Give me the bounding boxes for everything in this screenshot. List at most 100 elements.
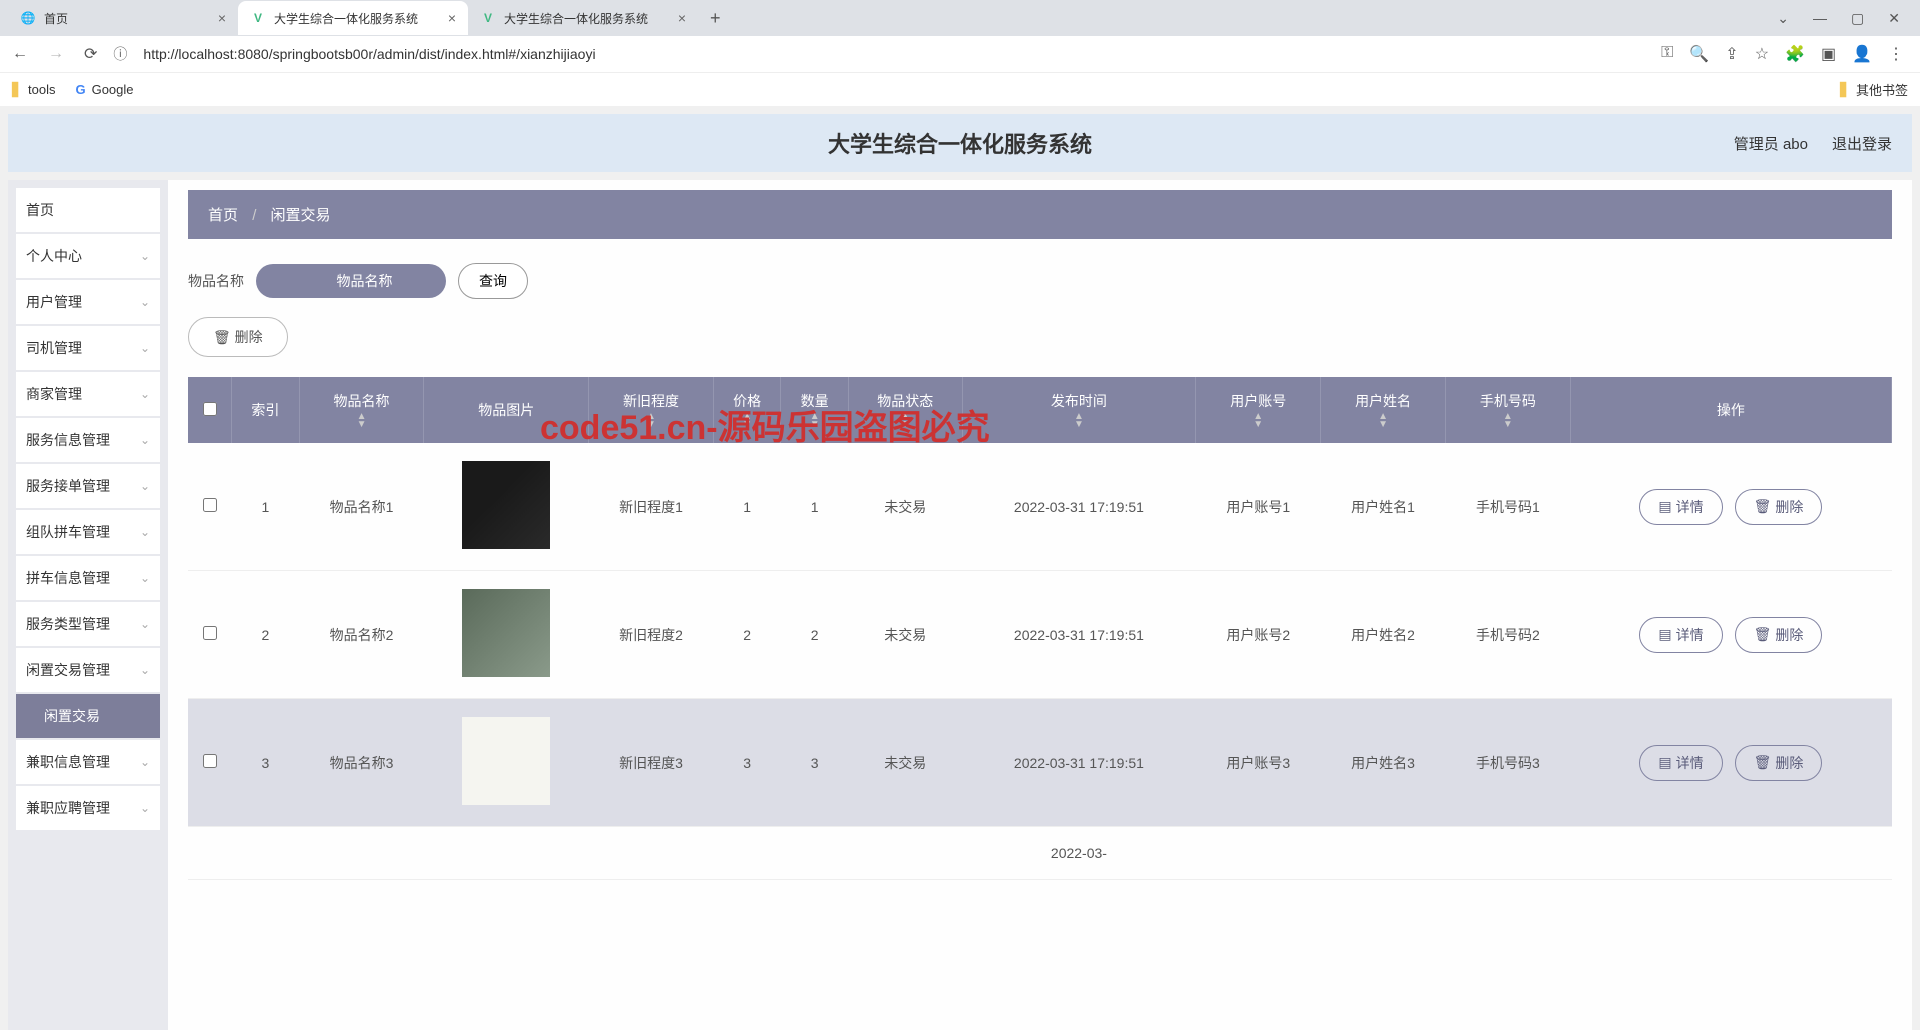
search-icon[interactable]: 🔍: [1689, 44, 1709, 64]
cell-username: 用户姓名2: [1321, 571, 1446, 699]
sidebar-item[interactable]: 商家管理⌄: [16, 372, 160, 416]
admin-label[interactable]: 管理员 abo: [1734, 133, 1808, 154]
cell-account: 用户账号2: [1196, 571, 1321, 699]
search-input[interactable]: [274, 273, 455, 289]
sort-icon: ▲▼: [969, 413, 1190, 429]
browser-tab[interactable]: V 大学生综合一体化服务系统 ×: [468, 1, 698, 35]
info-icon[interactable]: ⓘ: [113, 44, 127, 64]
sort-icon: ▲▼: [1452, 413, 1564, 429]
back-icon[interactable]: ←: [8, 45, 32, 63]
cell-image: [424, 443, 589, 571]
sidebar-item[interactable]: 用户管理⌄: [16, 280, 160, 324]
cell-status: 未交易: [848, 571, 962, 699]
table-header-cell[interactable]: 操作: [1570, 377, 1891, 443]
tab-title: 大学生综合一体化服务系统: [274, 10, 440, 27]
sidebar-item[interactable]: 服务信息管理⌄: [16, 418, 160, 462]
cell-actions: ▤ 详情 🗑 删除: [1570, 443, 1891, 571]
chevron-down-icon: ⌄: [140, 663, 150, 677]
sidebar-item[interactable]: 首页: [16, 188, 160, 232]
sidebar-item-label: 闲置交易管理: [26, 660, 110, 680]
query-button[interactable]: 查询: [458, 263, 528, 299]
table-header-cell[interactable]: 新旧程度▲▼: [589, 377, 714, 443]
star-icon[interactable]: ☆: [1755, 44, 1769, 64]
browser-tab[interactable]: V 大学生综合一体化服务系统 ×: [238, 1, 468, 35]
detail-button[interactable]: ▤ 详情: [1639, 617, 1722, 653]
puzzle-icon[interactable]: 🧩: [1785, 44, 1805, 64]
bookmark-google[interactable]: G Google: [75, 82, 133, 97]
logout-button[interactable]: 退出登录: [1832, 133, 1892, 154]
table-header-cell[interactable]: 用户姓名▲▼: [1321, 377, 1446, 443]
sidebar-item[interactable]: 拼车信息管理⌄: [16, 556, 160, 600]
toolbar: 🗑 删除: [188, 317, 1892, 357]
sidebar-item[interactable]: 服务接单管理⌄: [16, 464, 160, 508]
bookmark-tools[interactable]: ▋ tools: [12, 82, 55, 98]
row-delete-button[interactable]: 🗑 删除: [1735, 489, 1823, 525]
globe-icon: 🌐: [20, 10, 36, 26]
table-header-cell[interactable]: 物品图片: [424, 377, 589, 443]
table-row: 2 物品名称2 新旧程度2 2 2 未交易 2022-03-31 17:19:5…: [188, 571, 1892, 699]
sidebar-item[interactable]: 个人中心⌄: [16, 234, 160, 278]
table-header-cell[interactable]: 用户账号▲▼: [1196, 377, 1321, 443]
tab-title: 大学生综合一体化服务系统: [504, 10, 670, 27]
detail-button[interactable]: ▤ 详情: [1639, 489, 1722, 525]
cell-actions: ▤ 详情 🗑 删除: [1570, 571, 1891, 699]
browser-tab[interactable]: 🌐 首页 ×: [8, 1, 238, 35]
table-header-cell[interactable]: 价格▲▼: [713, 377, 781, 443]
panel-icon[interactable]: ▣: [1821, 44, 1836, 64]
product-image: [462, 589, 550, 677]
close-icon[interactable]: ×: [448, 10, 456, 26]
url-input[interactable]: [139, 42, 1649, 66]
table-header-cell[interactable]: 数量▲▼: [781, 377, 849, 443]
close-icon[interactable]: ✕: [1888, 10, 1900, 27]
select-all-checkbox[interactable]: [203, 402, 217, 416]
breadcrumb-sep: /: [252, 207, 256, 224]
sidebar-item[interactable]: 闲置交易: [16, 694, 160, 738]
row-checkbox[interactable]: [203, 754, 217, 768]
sidebar-item[interactable]: 兼职应聘管理⌄: [16, 786, 160, 830]
delete-button[interactable]: 🗑 删除: [188, 317, 288, 357]
table-header-cell[interactable]: 索引: [232, 377, 300, 443]
row-delete-button[interactable]: 🗑 删除: [1735, 745, 1823, 781]
close-icon[interactable]: ×: [678, 10, 686, 26]
bookmark-bar: ▋ tools G Google ▋ 其他书签: [0, 72, 1920, 106]
cell-price: 1: [713, 443, 781, 571]
sidebar-item[interactable]: 组队拼车管理⌄: [16, 510, 160, 554]
cell-username: 用户姓名3: [1321, 699, 1446, 827]
sidebar-item-label: 服务类型管理: [26, 614, 110, 634]
row-delete-button[interactable]: 🗑 删除: [1735, 617, 1823, 653]
bookmark-label: 其他书签: [1856, 80, 1908, 99]
key-icon[interactable]: ⚿: [1661, 44, 1673, 64]
table-header-cell[interactable]: [188, 377, 232, 443]
maximize-icon[interactable]: ▢: [1851, 10, 1864, 27]
reload-icon[interactable]: ⟳: [80, 44, 101, 64]
new-tab-button[interactable]: +: [698, 8, 733, 29]
sidebar-item[interactable]: 司机管理⌄: [16, 326, 160, 370]
cell-qty: 1: [781, 443, 849, 571]
share-icon[interactable]: ⇪: [1725, 44, 1738, 64]
detail-button[interactable]: ▤ 详情: [1639, 745, 1722, 781]
chevron-down-icon[interactable]: ⌄: [1777, 10, 1789, 27]
row-checkbox[interactable]: [203, 498, 217, 512]
cell-phone: 手机号码3: [1445, 699, 1570, 827]
sidebar-item[interactable]: 闲置交易管理 ⌄: [16, 648, 160, 692]
app-title: 大学生综合一体化服务系统: [828, 127, 1092, 159]
table-header-cell[interactable]: 物品状态▲▼: [848, 377, 962, 443]
breadcrumb: 首页 / 闲置交易: [188, 190, 1892, 239]
table-header-cell[interactable]: 手机号码▲▼: [1445, 377, 1570, 443]
chevron-down-icon: ⌄: [140, 387, 150, 401]
profile-icon[interactable]: 👤: [1852, 44, 1872, 64]
cell-image: [424, 571, 589, 699]
sidebar-item[interactable]: 兼职信息管理⌄: [16, 740, 160, 784]
breadcrumb-home[interactable]: 首页: [208, 207, 238, 224]
table-header-cell[interactable]: 物品名称▲▼: [299, 377, 424, 443]
cell-time: 2022-03-: [962, 827, 1196, 880]
sidebar-item[interactable]: 服务类型管理⌄: [16, 602, 160, 646]
row-checkbox[interactable]: [203, 626, 217, 640]
bookmark-other[interactable]: ▋ 其他书签: [1840, 80, 1908, 99]
table-header-cell[interactable]: 发布时间▲▼: [962, 377, 1196, 443]
menu-icon[interactable]: ⋮: [1888, 44, 1904, 64]
forward-icon[interactable]: →: [44, 45, 68, 63]
minimize-icon[interactable]: —: [1813, 10, 1827, 27]
close-icon[interactable]: ×: [218, 10, 226, 26]
cell-index: 1: [232, 443, 300, 571]
